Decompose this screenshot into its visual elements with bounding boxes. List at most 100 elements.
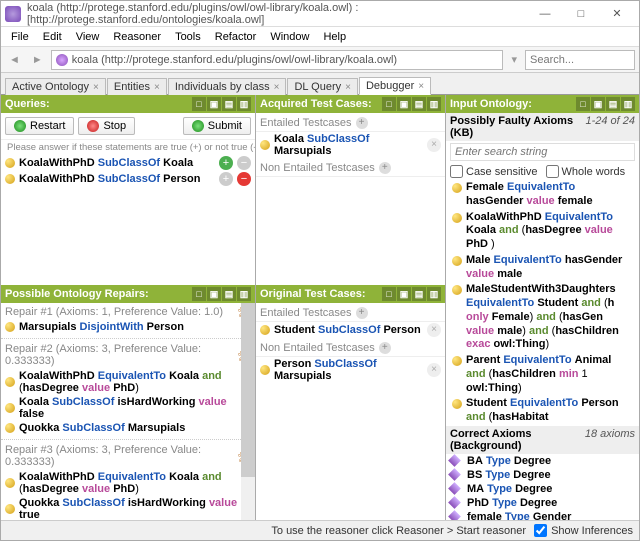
repair-axiom[interactable]: Marsupials DisjointWith Person [1, 320, 255, 334]
add-testcase-button[interactable]: + [379, 342, 391, 354]
panel-button[interactable]: ▣ [207, 97, 221, 111]
scrollbar[interactable] [241, 303, 255, 520]
testcase-row[interactable]: Koala SubClassOf Marsupials× [256, 132, 445, 158]
restart-button[interactable]: Restart [5, 117, 74, 135]
panel-button[interactable]: □ [192, 287, 206, 301]
menu-file[interactable]: File [5, 29, 35, 45]
menu-bar: FileEditViewReasonerToolsRefactorWindowH… [1, 27, 639, 47]
correct-title: Correct Axioms (Background) [450, 428, 585, 452]
menu-view[interactable]: View [70, 29, 106, 45]
repair-axiom[interactable]: Koala SubClassOf isHardWorking value fal… [1, 395, 255, 421]
forward-button[interactable]: ► [28, 54, 47, 66]
mark-true-button[interactable]: + [219, 172, 233, 186]
queries-title: Queries: [5, 98, 192, 110]
panel-button[interactable]: □ [576, 97, 590, 111]
panel-button[interactable]: ▥ [237, 287, 251, 301]
mark-false-button[interactable]: − [237, 156, 251, 170]
faulty-axiom[interactable]: MaleStudentWith3Daughters EquivalentTo S… [446, 282, 639, 353]
class-icon [5, 377, 15, 387]
panel-button[interactable]: ▣ [397, 97, 411, 111]
class-icon [5, 174, 15, 184]
panel-button[interactable]: ▤ [412, 287, 426, 301]
panel-button[interactable]: ▣ [397, 287, 411, 301]
menu-edit[interactable]: Edit [37, 29, 68, 45]
location-field[interactable]: koala (http://protege.stanford.edu/plugi… [51, 50, 504, 70]
back-button[interactable]: ◄ [5, 54, 24, 66]
add-testcase-button[interactable]: + [356, 117, 368, 129]
whole-words-checkbox[interactable]: Whole words [546, 165, 626, 178]
correct-axiom[interactable]: PhD Type Degree [446, 496, 639, 510]
faulty-axiom[interactable]: Parent EquivalentTo Animal and (hasChild… [446, 353, 639, 396]
menu-help[interactable]: Help [317, 29, 352, 45]
tab-close-icon[interactable]: × [418, 81, 424, 92]
individual-icon [448, 482, 461, 495]
panel-button[interactable]: ▥ [621, 97, 635, 111]
correct-axiom[interactable]: female Type Gender [446, 510, 639, 520]
tab-active-ontology[interactable]: Active Ontology× [5, 78, 106, 95]
axiom-search-input[interactable] [450, 143, 635, 161]
panel-button[interactable]: ▤ [222, 287, 236, 301]
panel-button[interactable]: □ [382, 287, 396, 301]
search-field[interactable]: Search... [525, 50, 635, 70]
show-inferences-checkbox[interactable]: Show Inferences [534, 524, 633, 537]
individual-icon [448, 454, 461, 467]
menu-refactor[interactable]: Refactor [209, 29, 263, 45]
minimize-button[interactable]: — [527, 1, 563, 27]
repair-axiom[interactable]: Quokka SubClassOf Marsupials [1, 421, 255, 435]
faulty-axiom[interactable]: Student EquivalentTo Person and (hasHabi… [446, 396, 639, 426]
maximize-button[interactable]: □ [563, 1, 599, 27]
menu-tools[interactable]: Tools [169, 29, 207, 45]
correct-axiom[interactable]: BA Type Degree [446, 454, 639, 468]
close-button[interactable]: ✕ [599, 1, 635, 27]
stop-button[interactable]: Stop [78, 117, 135, 135]
class-icon [260, 325, 270, 335]
remove-button[interactable]: × [427, 363, 441, 377]
testcase-row[interactable]: Person SubClassOf Marsupials× [256, 357, 445, 383]
mark-false-button[interactable]: − [237, 172, 251, 186]
faulty-axiom[interactable]: KoalaWithPhD EquivalentTo Koala and (has… [446, 210, 639, 253]
mark-true-button[interactable]: + [219, 156, 233, 170]
panel-button[interactable]: ▥ [237, 97, 251, 111]
stop-icon [87, 120, 99, 132]
remove-button[interactable]: × [427, 138, 441, 152]
tab-close-icon[interactable]: × [345, 82, 351, 93]
panel-button[interactable]: ▣ [207, 287, 221, 301]
acquired-title: Acquired Test Cases: [260, 98, 382, 110]
repair-axiom[interactable]: KoalaWithPhD EquivalentTo Koala and (has… [1, 470, 255, 496]
tab-close-icon[interactable]: × [274, 82, 280, 93]
panel-button[interactable]: ▤ [606, 97, 620, 111]
submit-button[interactable]: Submit [183, 117, 251, 135]
tab-close-icon[interactable]: × [154, 82, 160, 93]
class-icon [5, 403, 15, 413]
panel-button[interactable]: □ [192, 97, 206, 111]
menu-reasoner[interactable]: Reasoner [107, 29, 167, 45]
case-sensitive-checkbox[interactable]: Case sensitive [450, 165, 538, 178]
panel-button[interactable]: ▥ [427, 287, 441, 301]
testcase-row[interactable]: Student SubClassOf Person× [256, 322, 445, 338]
tab-close-icon[interactable]: × [93, 82, 99, 93]
submit-icon [192, 120, 204, 132]
panel-button[interactable]: ▤ [222, 97, 236, 111]
tab-bar: Active Ontology×Entities×Individuals by … [1, 73, 639, 95]
tab-entities[interactable]: Entities× [107, 78, 167, 95]
panel-button[interactable]: □ [382, 97, 396, 111]
menu-window[interactable]: Window [264, 29, 315, 45]
tab-dl-query[interactable]: DL Query× [287, 78, 358, 95]
individual-icon [448, 510, 461, 520]
panel-button[interactable]: ▥ [427, 97, 441, 111]
add-testcase-button[interactable]: + [356, 307, 368, 319]
tab-debugger[interactable]: Debugger× [359, 77, 431, 95]
panel-button[interactable]: ▤ [412, 97, 426, 111]
repair-axiom[interactable]: KoalaWithPhD EquivalentTo Koala and (has… [1, 369, 255, 395]
remove-button[interactable]: × [427, 323, 441, 337]
add-testcase-button[interactable]: + [379, 162, 391, 174]
faulty-axiom[interactable]: Male EquivalentTo hasGender value male [446, 253, 639, 283]
panel-button[interactable]: ▣ [591, 97, 605, 111]
repair-axiom[interactable]: Quokka SubClassOf isHardWorking value tr… [1, 496, 255, 520]
window-title: koala (http://protege.stanford.edu/plugi… [27, 2, 527, 26]
correct-axiom[interactable]: MA Type Degree [446, 482, 639, 496]
faulty-axiom[interactable]: Female EquivalentTo hasGender value fema… [446, 180, 639, 210]
correct-axiom[interactable]: BS Type Degree [446, 468, 639, 482]
location-dropdown[interactable]: ▾ [507, 53, 521, 66]
tab-individuals-by-class[interactable]: Individuals by class× [168, 78, 287, 95]
